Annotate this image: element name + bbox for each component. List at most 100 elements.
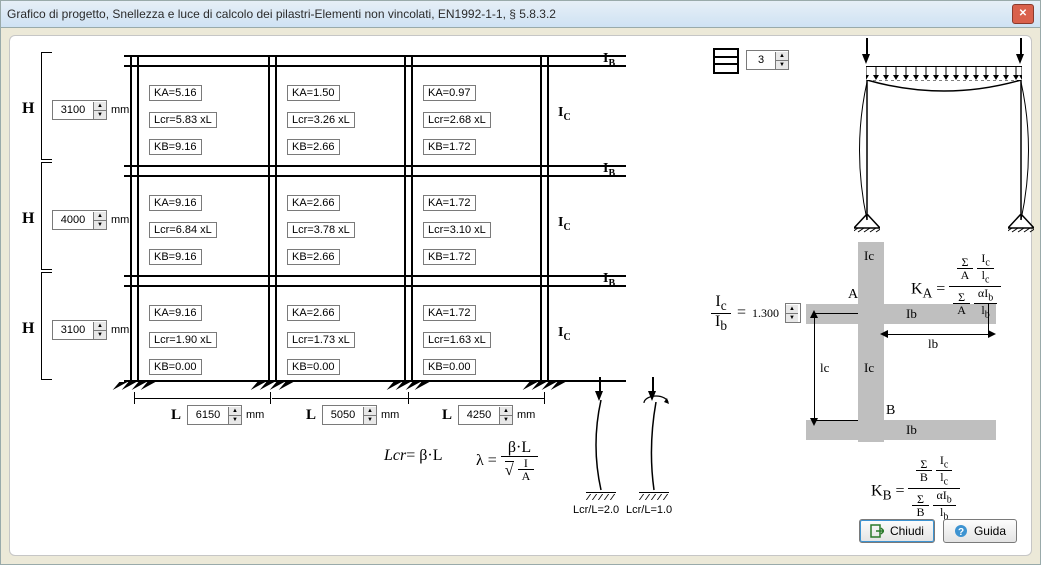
lcr-r1c2: Lcr=3.26 xL [287,112,355,128]
ib-label-1: IB [603,161,615,179]
l3-unit: mm [517,409,535,421]
l3-row: L ▲▼ mm [442,405,535,425]
close-icon[interactable]: ✕ [1012,4,1034,24]
bracket-h2 [41,162,52,270]
kb-r2c3: KB=1.72 [423,249,476,265]
join-A: A [848,287,858,303]
ka-r3c3: KA=1.72 [423,305,476,321]
h3-row: ▲▼ mm [52,320,129,340]
h-label-3: H [22,320,34,338]
buckling-picto-right [634,392,674,507]
storeys-spin[interactable]: ▲▼ [746,50,789,70]
beam-floor-0 [124,55,626,67]
buckling-picto-left [581,392,621,507]
join-Ib-bot: Ib [906,422,917,438]
window-title: Grafico di progetto, Snellezza e luce di… [7,7,1012,21]
ratio-spin[interactable]: ▲▼ [785,303,801,323]
l3-spin[interactable]: ▲▼ [458,405,513,425]
ka-r3c1: KA=9.16 [149,305,202,321]
h1-spin[interactable]: ▲▼ [52,100,107,120]
col-3a [404,55,406,382]
col-1b [137,55,139,382]
l1-spin[interactable]: ▲▼ [187,405,242,425]
kb-r2c2: KB=2.66 [287,249,340,265]
l1-input[interactable] [188,406,228,424]
ka-r2c2: KA=2.66 [287,195,340,211]
h3-unit: mm [111,324,129,336]
beam-floor-2 [124,275,626,287]
kb-r1c3: KB=1.72 [423,139,476,155]
ic-label-0: IC [558,105,571,123]
join-Ic-top: Ic [864,248,874,264]
formula-kb: KB = ΣB Iclc ΣB αIblb [871,454,960,523]
kb-r2c1: KB=9.16 [149,249,202,265]
kb-r3c1: KB=0.00 [149,359,202,375]
kb-r1c2: KB=2.66 [287,139,340,155]
titlebar: Grafico di progetto, Snellezza e luce di… [1,1,1040,28]
col-3b [411,55,413,382]
app-window: Grafico di progetto, Snellezza e luce di… [0,0,1041,565]
ka-r2c1: KA=9.16 [149,195,202,211]
h1-input[interactable] [53,101,93,119]
svg-text:?: ? [958,527,964,538]
col-4b [547,55,549,382]
l3-input[interactable] [459,406,499,424]
storeys-icon [713,48,739,74]
l1-unit: mm [246,409,264,421]
lcr-r3c1: Lcr=1.90 xL [149,332,217,348]
ka-r1c2: KA=1.50 [287,85,340,101]
ic-label-2: IC [558,325,571,343]
kb-r3c2: KB=0.00 [287,359,340,375]
col-1a [130,55,132,382]
bracket-h3 [41,272,52,380]
l1-row: L ▲▼ mm [171,405,264,425]
ib-label-0: IB [603,51,615,69]
span-mark-2 [272,398,408,399]
formula-ka: KA = ΣA Iclc ΣA αIblb [911,252,1001,321]
beam-floor-1 [124,165,626,177]
ic-label-1: IC [558,215,571,233]
l2-label: L [306,407,316,424]
h2-row: ▲▼ mm [52,210,129,230]
h1-row: ▲▼ mm [52,100,129,120]
client-area: H H H ▲▼ mm ▲▼ mm ▲▼ mm IB IB [9,35,1032,556]
bracket-h1 [41,52,52,160]
lcr-r3c2: Lcr=1.73 xL [287,332,355,348]
close-button[interactable]: Chiudi [859,519,935,543]
l1-label: L [171,407,181,424]
l2-spin[interactable]: ▲▼ [322,405,377,425]
ka-r3c2: KA=2.66 [287,305,340,321]
help-icon: ? [954,524,968,538]
lcr-r1c3: Lcr=2.68 xL [423,112,491,128]
storeys-input[interactable] [747,51,775,69]
h1-unit: mm [111,104,129,116]
lcr-r2c2: Lcr=3.78 xL [287,222,355,238]
ic-ib-row: Ic Ib = 1.300 ▲▼ [711,294,801,332]
h2-spin[interactable]: ▲▼ [52,210,107,230]
h2-input[interactable] [53,211,93,229]
h3-input[interactable] [53,321,93,339]
formula-lambda: λ = β·L √ I A [476,440,538,482]
lcr-r1c1: Lcr=5.83 xL [149,112,217,128]
help-button[interactable]: ? Guida [943,519,1017,543]
h-label-1: H [22,100,34,118]
span-mark-1 [134,398,270,399]
picto-right-caption: Lcr/L=1.0 [626,504,672,516]
elastic-frame-sketch: /*filled below by repeated arrows via JS… [834,42,1034,237]
lcr-r2c3: Lcr=3.10 xL [423,222,491,238]
ib-label-2: IB [603,271,615,289]
ratio-value: 1.300 [752,306,779,321]
button-bar: Chiudi ? Guida [859,519,1017,543]
exit-icon [870,524,884,538]
lcr-r2c1: Lcr=6.84 xL [149,222,217,238]
col-4a [540,55,542,382]
formula-lcr: Lcr= β·L [384,447,443,465]
l2-input[interactable] [323,406,363,424]
l3-label: L [442,407,452,424]
col-2b [275,55,277,382]
h3-spin[interactable]: ▲▼ [52,320,107,340]
kb-r1c1: KB=9.16 [149,139,202,155]
ka-r1c1: KA=5.16 [149,85,202,101]
lcr-r3c3: Lcr=1.63 xL [423,332,491,348]
l2-unit: mm [381,409,399,421]
